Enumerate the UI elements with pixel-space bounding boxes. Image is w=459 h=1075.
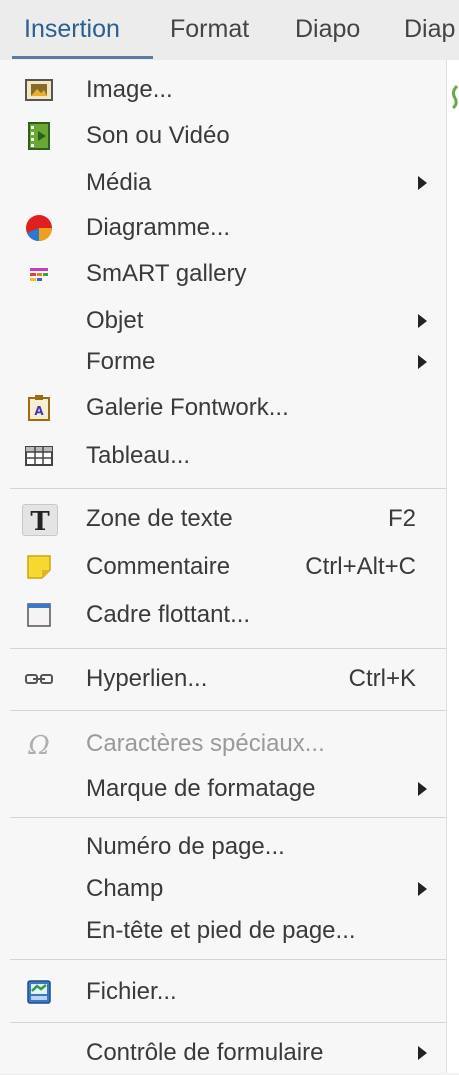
menu-item-field[interactable]: Champ [0, 867, 446, 911]
menu-item-label: Tableau... [86, 442, 191, 469]
partial-icon [449, 84, 459, 110]
menu-item-label: Contrôle de formulaire [86, 1039, 324, 1066]
menu-item-smart-gallery[interactable]: SmART gallery [0, 252, 446, 296]
menu-item-label: Diagramme... [86, 214, 231, 241]
menu-item-shape[interactable]: Forme [0, 340, 446, 384]
svg-text:A: A [34, 404, 44, 418]
menu-item-fontwork-gallery[interactable]: A Galerie Fontwork... [0, 386, 446, 430]
menu-item-label: Média [86, 169, 152, 196]
menu-separator [10, 488, 446, 489]
sticky-note-icon [22, 552, 56, 582]
menu-item-label: Marque de formatage [86, 775, 316, 802]
menu-item-label: En-tête et pied de page... [86, 917, 356, 944]
menu-item-label: Forme [86, 348, 156, 375]
menu-item-page-number[interactable]: Numéro de page... [0, 825, 446, 869]
menu-item-sound-video[interactable]: Son ou Vidéo [0, 114, 446, 158]
menu-item-special-characters[interactable]: Ω Caractères spéciaux... [0, 722, 446, 766]
submenu-arrow-icon [418, 882, 427, 896]
menu-item-label: Cadre flottant... [86, 601, 251, 628]
submenu-arrow-icon [418, 355, 427, 369]
menu-item-hyperlink[interactable]: Hyperlien... Ctrl+K [0, 657, 446, 701]
svg-text:T: T [30, 507, 50, 535]
menu-item-label: Zone de texte [86, 505, 233, 532]
submenu-arrow-icon [418, 1046, 427, 1060]
menu-item-file[interactable]: Fichier... [0, 970, 446, 1014]
svg-text:Ω: Ω [27, 731, 50, 759]
menu-item-label: Fichier... [86, 978, 177, 1005]
pie-chart-icon [22, 213, 56, 243]
menu-separator [10, 710, 446, 711]
hyperlink-icon [22, 664, 56, 694]
menu-item-shortcut: Ctrl+K [348, 665, 416, 692]
menu-diapo[interactable]: Diapo [295, 0, 360, 60]
frame-icon [22, 600, 56, 630]
menubar: Insertion Format Diapo Diap [0, 0, 459, 60]
menu-diaporama[interactable]: Diap [404, 0, 455, 60]
menu-item-label: Commentaire [86, 553, 231, 580]
menu-item-media[interactable]: Média [0, 161, 446, 205]
menu-item-label: Objet [86, 307, 144, 334]
menu-item-object[interactable]: Objet [0, 299, 446, 343]
smart-gallery-icon [22, 259, 56, 289]
menu-item-label: Son ou Vidéo [86, 122, 230, 149]
menu-item-floating-frame[interactable]: Cadre flottant... [0, 593, 446, 637]
active-menu-underline [12, 56, 153, 59]
film-icon [22, 121, 56, 151]
menu-item-image[interactable]: Image... [0, 68, 446, 112]
text-box-icon: T [22, 504, 58, 536]
menu-item-label: Caractères spéciaux... [86, 730, 325, 757]
menu-separator [10, 817, 446, 818]
submenu-arrow-icon [418, 176, 427, 190]
menu-separator [10, 959, 446, 960]
menu-item-formatting-mark[interactable]: Marque de formatage [0, 767, 446, 811]
menu-item-shortcut: Ctrl+Alt+C [305, 553, 416, 580]
menu-item-text-box[interactable]: T Zone de texte F2 [0, 497, 446, 541]
menu-item-table[interactable]: Tableau... [0, 434, 446, 478]
menu-item-header-footer[interactable]: En-tête et pied de page... [0, 909, 446, 953]
omega-icon: Ω [22, 729, 56, 759]
fontwork-icon: A [22, 393, 56, 423]
menu-item-chart[interactable]: Diagramme... [0, 206, 446, 250]
menu-item-comment[interactable]: Commentaire Ctrl+Alt+C [0, 545, 446, 589]
file-icon [22, 977, 56, 1007]
insertion-menu-popup: Image... Son ou Vidéo Média Diagramme... [0, 60, 446, 1073]
menu-separator [10, 648, 446, 649]
menu-item-label: Hyperlien... [86, 665, 208, 692]
image-icon [22, 75, 56, 105]
menu-item-label: SmART gallery [86, 260, 247, 287]
menu-item-label: Galerie Fontwork... [86, 394, 289, 421]
submenu-arrow-icon [418, 782, 427, 796]
menu-item-shortcut: F2 [387, 505, 416, 532]
menu-item-label: Numéro de page... [86, 833, 285, 860]
menu-item-form-control[interactable]: Contrôle de formulaire [0, 1031, 446, 1075]
menu-separator [10, 1022, 446, 1023]
menu-insertion[interactable]: Insertion [24, 0, 120, 60]
submenu-arrow-icon [418, 314, 427, 328]
table-icon [22, 441, 56, 471]
menu-format[interactable]: Format [170, 0, 249, 60]
menu-item-label: Image... [86, 76, 173, 103]
menu-item-label: Champ [86, 875, 164, 902]
document-edge [446, 60, 459, 1073]
